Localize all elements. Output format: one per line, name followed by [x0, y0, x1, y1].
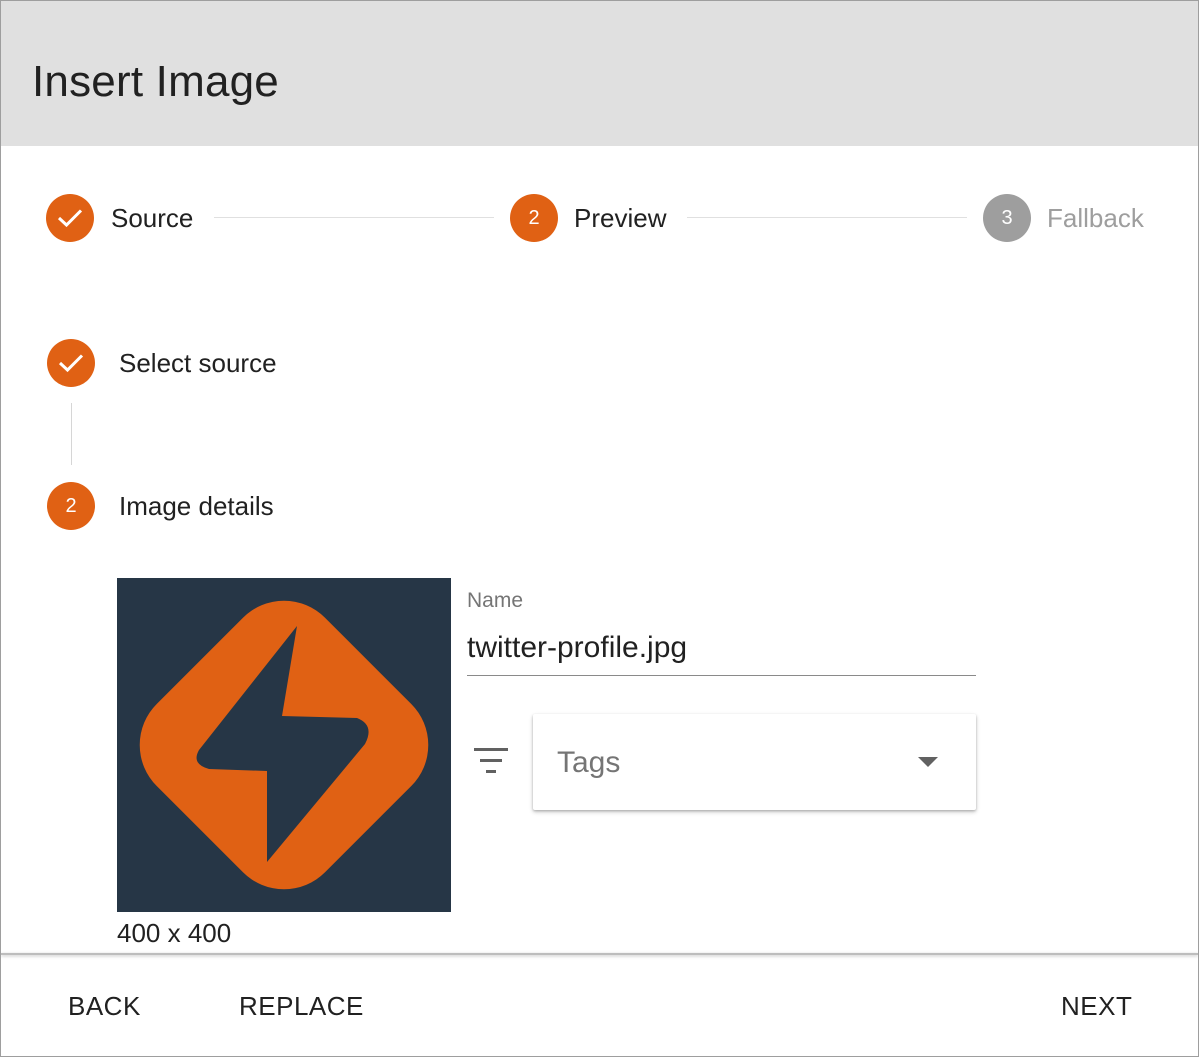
step-preview-number[interactable]: 2 [510, 194, 558, 242]
step-connector [687, 217, 967, 218]
substep-image-details-label[interactable]: Image details [119, 491, 274, 521]
tags-placeholder: Tags [557, 746, 621, 779]
step-source-check-icon[interactable] [46, 194, 94, 242]
dropdown-arrow-icon[interactable] [918, 757, 938, 767]
next-button[interactable]: NEXT [1041, 976, 1152, 1036]
substep-select-source-label[interactable]: Select source [119, 348, 277, 378]
image-dimensions: 400 x 400 [117, 918, 232, 948]
footer-divider [1, 953, 1198, 955]
image-preview [117, 578, 451, 912]
substep-select-source-check-icon[interactable] [47, 339, 95, 387]
step-fallback-label[interactable]: Fallback [1047, 203, 1144, 233]
dialog-title: Insert Image [32, 57, 279, 106]
back-button[interactable]: BACK [48, 976, 161, 1036]
name-input[interactable] [467, 621, 976, 676]
substep-connector [71, 403, 72, 465]
substep-image-details-number[interactable]: 2 [47, 482, 95, 530]
step-source-label[interactable]: Source [111, 203, 193, 233]
check-icon [57, 209, 83, 228]
tags-select[interactable]: Tags [533, 714, 976, 810]
step-fallback-number[interactable]: 3 [983, 194, 1031, 242]
filter-list-icon [471, 741, 511, 781]
step-connector [214, 217, 494, 218]
insert-image-dialog: Insert Image Source 2 Preview 3 Fallback… [0, 0, 1199, 1057]
step-preview-label[interactable]: Preview [574, 203, 666, 233]
check-icon [58, 354, 84, 373]
replace-button[interactable]: REPLACE [219, 976, 384, 1036]
dialog-header: Insert Image [1, 1, 1198, 146]
name-field-label: Name [467, 589, 524, 612]
lightning-bolt-logo-icon [117, 578, 451, 912]
